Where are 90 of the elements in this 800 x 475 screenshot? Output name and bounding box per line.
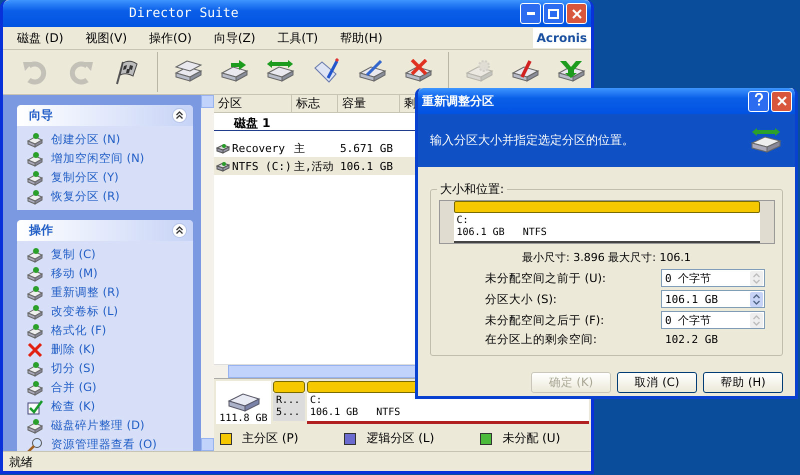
disk-double-arrow-icon xyxy=(749,126,783,154)
task-link[interactable]: 创建分区 (N) xyxy=(27,130,185,149)
maximize-icon xyxy=(548,8,559,18)
vertical-scrollbar[interactable] xyxy=(201,95,214,451)
table-cell: Recovery xyxy=(214,142,292,154)
column-header[interactable]: 标志 xyxy=(292,95,338,112)
dialog-button[interactable]: 帮助 (H) xyxy=(703,372,783,393)
hard-disk-icon xyxy=(226,391,260,413)
disk-icon xyxy=(27,188,43,204)
group-label: 大小和位置: xyxy=(439,181,506,198)
close-button[interactable] xyxy=(566,3,587,24)
field-label: 未分配空间之后于 (F): xyxy=(485,312,606,328)
collapse-icon xyxy=(172,108,187,123)
task-link[interactable]: 复制分区 (Y) xyxy=(27,168,185,187)
spinner-arrows-icon xyxy=(750,312,763,328)
logo: Acronis xyxy=(532,28,591,48)
disk-icon xyxy=(27,150,43,166)
maximize-button[interactable] xyxy=(543,3,564,24)
column-header[interactable]: 容量 xyxy=(338,95,400,112)
disk-icon xyxy=(27,284,43,300)
spin-field[interactable]: 106.1 GB xyxy=(661,290,765,308)
disk-icon xyxy=(27,380,43,396)
spinner-arrows-icon xyxy=(750,292,763,306)
field-label: 在分区上的剩余空间: xyxy=(485,332,598,347)
disk-icon xyxy=(27,418,43,434)
status-text: 就绪 xyxy=(9,455,33,469)
task-link[interactable]: 增加空闲空间 (N) xyxy=(27,149,185,168)
question-mark-icon xyxy=(754,93,764,106)
legend-label: 主分区 (P) xyxy=(242,430,298,447)
panel-header[interactable]: 向导 xyxy=(17,105,193,126)
legend-label: 未分配 (U) xyxy=(502,430,560,447)
table-cell-text: 主,活动 xyxy=(293,158,335,174)
task-link[interactable]: 移动 (M) xyxy=(27,264,185,283)
close-icon xyxy=(776,96,786,106)
disk-icon xyxy=(27,360,43,376)
menu-item[interactable]: 视图(V) xyxy=(85,30,127,46)
disk-group-label: 磁盘 1 xyxy=(234,116,271,130)
cross-icon xyxy=(27,342,43,358)
task-link[interactable]: 删除 (K) xyxy=(27,340,185,359)
checkbox-tick-icon xyxy=(27,398,43,414)
menu-item[interactable]: 操作(O) xyxy=(149,30,192,46)
table-cell-text: 5.671 GB xyxy=(339,142,394,154)
disk-icon xyxy=(27,304,43,320)
task-link[interactable]: 检查 (K) xyxy=(27,397,185,416)
minimize-button[interactable] xyxy=(520,3,541,24)
panel-header[interactable]: 操作 xyxy=(17,220,193,241)
table-cell: NTFS (C:) xyxy=(214,160,292,172)
disk-icon xyxy=(27,170,43,186)
dialog-instruction: 输入分区大小并指定选定分区的位置。 xyxy=(430,132,634,149)
partition-slot[interactable]: C: 106.1 GB NTFS xyxy=(438,200,774,244)
task-link[interactable]: 磁盘碎片整理 (D) xyxy=(27,416,185,435)
table-cell-text: 106.1 GB xyxy=(339,160,394,172)
task-link[interactable]: 重新调整 (R) xyxy=(27,283,185,302)
disk-icon xyxy=(27,266,43,282)
partition-label: R... 5... xyxy=(273,393,305,421)
task-link[interactable]: 复制 (C) xyxy=(27,245,185,264)
legend-label: 逻辑分区 (L) xyxy=(366,430,434,447)
field-label: 未分配空间之前于 (U): xyxy=(485,270,607,286)
collapse-icon xyxy=(172,223,187,238)
size-limits: 最小尺寸: 3.896 最大尺寸: 106.1 xyxy=(522,250,691,265)
task-link[interactable]: 切分 (S) xyxy=(27,359,185,378)
task-link[interactable]: 格式化 (F) xyxy=(27,321,185,340)
column-header[interactable]: 分区 xyxy=(214,95,292,112)
help-button[interactable] xyxy=(748,90,769,112)
spinner-arrows-icon xyxy=(750,270,763,286)
task-link[interactable]: 恢复分区 (R) xyxy=(27,187,185,206)
disk-size: 111.8 GB xyxy=(219,413,268,424)
disk-icon xyxy=(27,246,43,262)
table-cell-text: 主 xyxy=(293,140,306,156)
dialog-button[interactable]: 取消 (C) xyxy=(617,372,697,393)
field-label: 分区大小 (S): xyxy=(485,292,558,306)
disk-tile[interactable]: 111.8 GB xyxy=(216,381,271,424)
partition-block[interactable]: R... 5... xyxy=(273,381,305,424)
menu-item[interactable]: 工具(T) xyxy=(277,30,318,46)
free-space-value: 102.2 GB xyxy=(664,333,719,346)
task-link[interactable]: 改变卷标 (L) xyxy=(27,302,185,321)
window-title: Director Suite xyxy=(128,6,240,21)
dialog-title: 重新调整分区 xyxy=(422,92,495,110)
task-link[interactable]: 资源管理器查看 (O) xyxy=(27,435,185,451)
minimize-icon xyxy=(526,12,534,15)
disk-icon xyxy=(216,142,230,154)
menu-item[interactable]: 磁盘 (D) xyxy=(17,30,64,46)
disk-icon xyxy=(216,160,230,172)
menu-item[interactable]: 帮助(H) xyxy=(340,30,382,46)
disk-icon xyxy=(27,132,43,148)
close-icon xyxy=(572,8,582,18)
disk-icon xyxy=(27,322,43,338)
menu-item[interactable]: 向导(Z) xyxy=(214,30,256,46)
close-button[interactable] xyxy=(771,90,792,112)
task-link[interactable]: 合并 (G) xyxy=(27,378,185,397)
